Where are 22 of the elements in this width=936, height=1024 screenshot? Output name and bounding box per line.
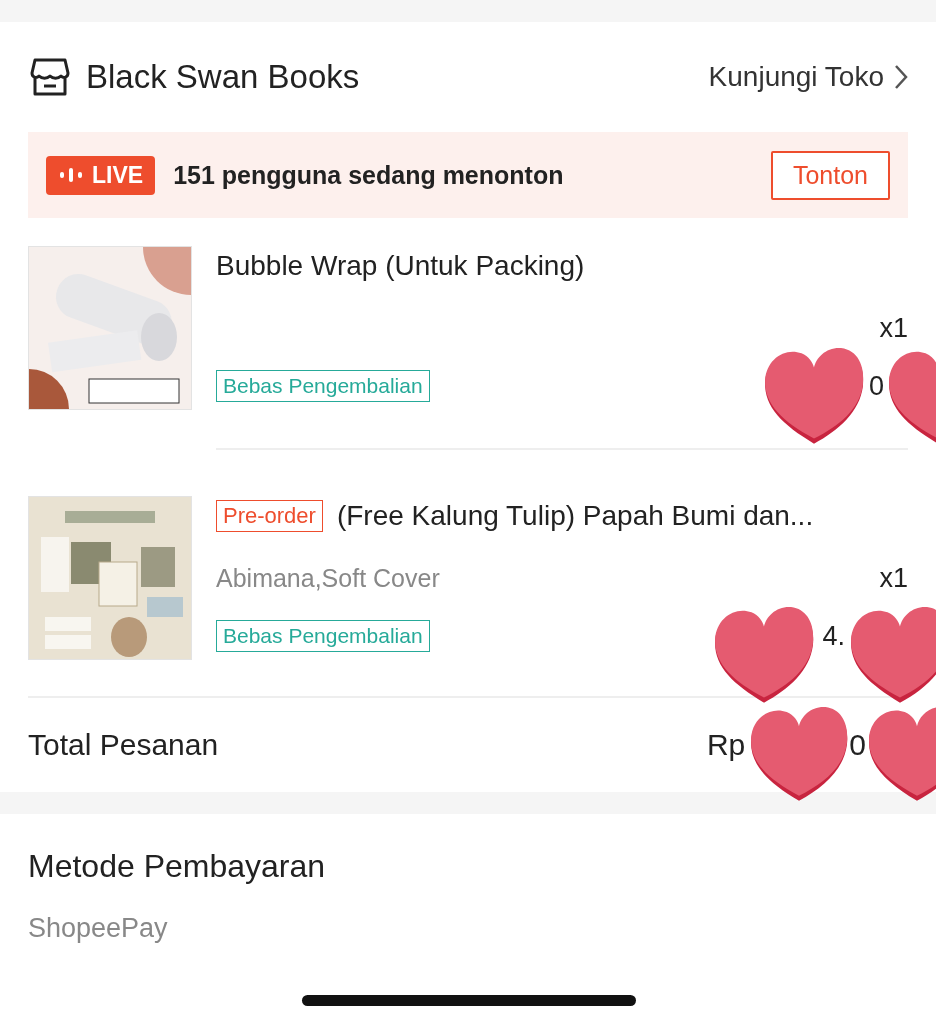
preorder-tag: Pre-order	[216, 500, 323, 532]
viewer-count: 151 pengguna sedang menonton	[173, 160, 564, 190]
visit-shop-link[interactable]: Kunjungi Toko	[708, 61, 908, 93]
payment-method-title: Metode Pembayaran	[28, 848, 327, 885]
chevron-right-icon	[894, 64, 908, 90]
total-fragment: Rp	[706, 728, 746, 762]
store-icon	[28, 57, 72, 97]
shop-name: Black Swan Books	[86, 58, 360, 96]
product-title[interactable]: Bubble Wrap (Untuk Packing)	[216, 250, 585, 282]
product-variant: Abimana,Soft Cover	[216, 563, 440, 593]
free-return-tag: Bebas Pengembalian	[216, 620, 430, 652]
live-badge: LIVE	[46, 155, 156, 195]
total-fragment: 0	[849, 728, 866, 762]
price-fragment: 4.	[822, 620, 845, 652]
payment-method: ShopeePay	[28, 913, 169, 944]
total-label: Total Pesanan	[28, 728, 219, 762]
product-title[interactable]: (Free Kalung Tulip) Papah Bumi dan...	[336, 500, 814, 532]
quantity: x1	[879, 562, 908, 594]
quantity: x1	[879, 312, 908, 344]
free-return-tag: Bebas Pengembalian	[216, 370, 430, 402]
price-fragment: 0	[868, 370, 884, 402]
watch-button[interactable]: Tonton	[770, 150, 890, 200]
